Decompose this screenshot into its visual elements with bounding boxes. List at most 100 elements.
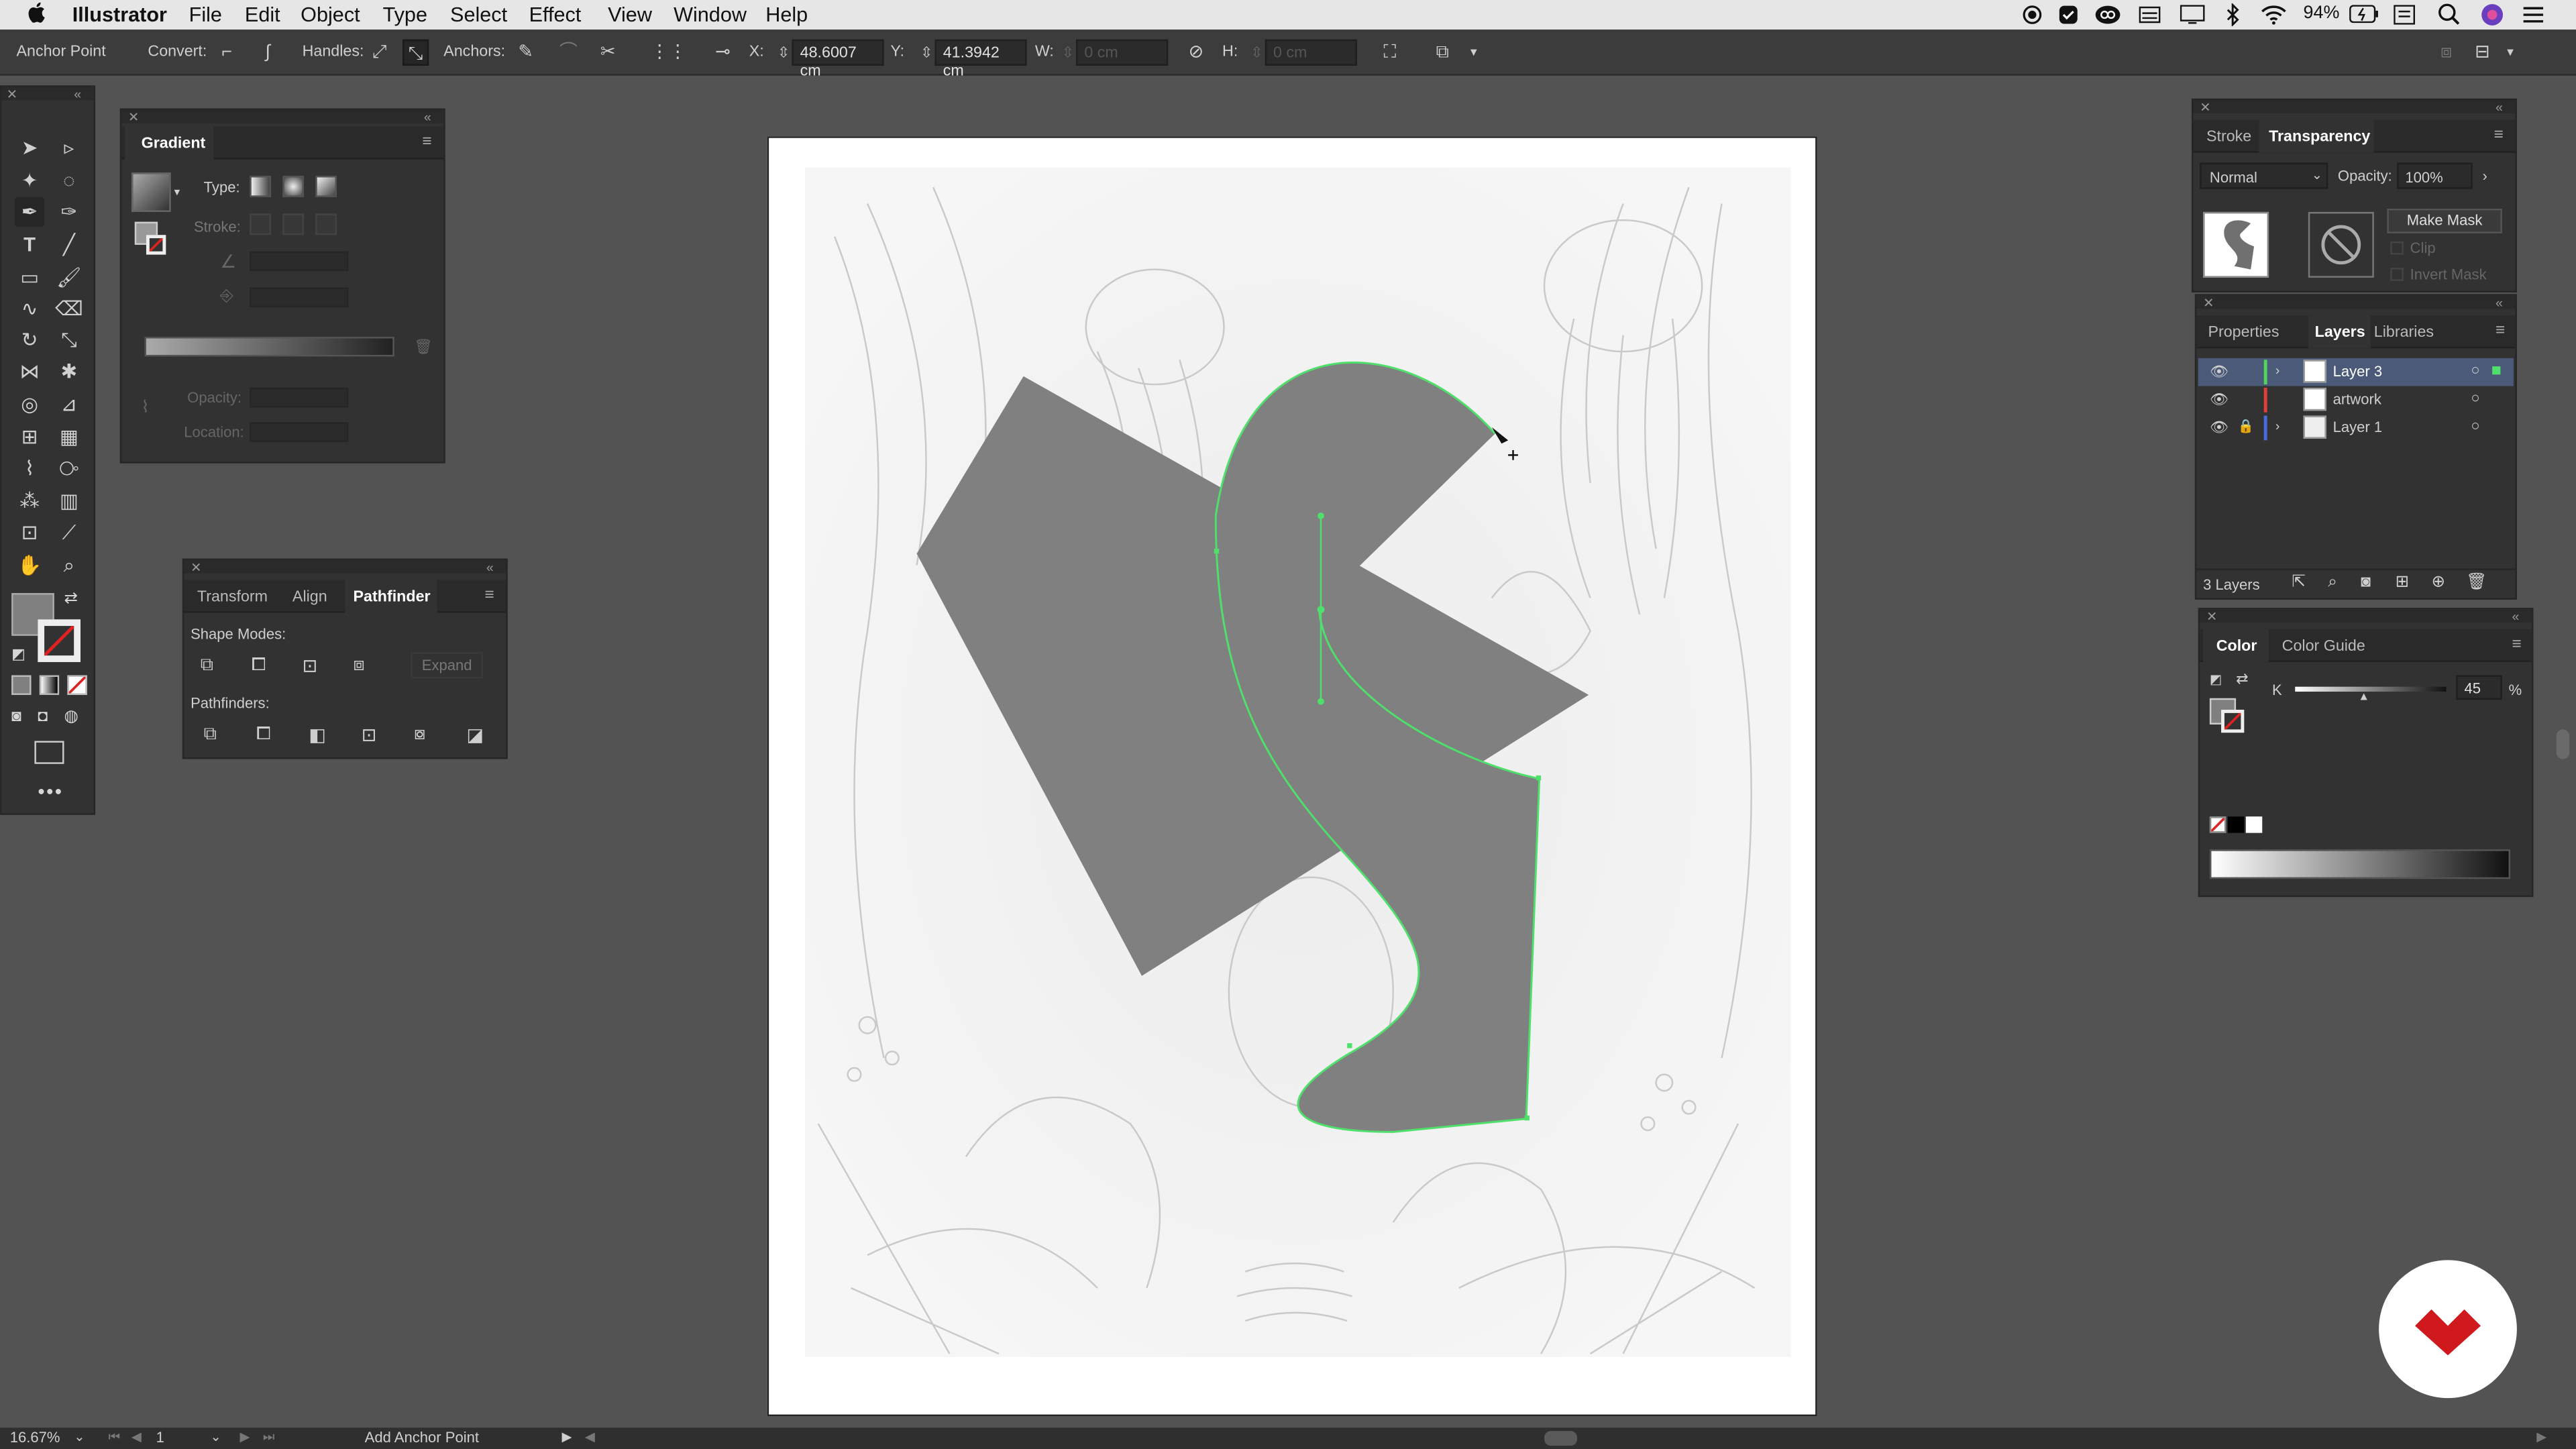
visibility-eye-icon[interactable]: 👁 [2210, 363, 2229, 381]
wifi-icon[interactable] [2261, 3, 2287, 25]
anchor-point-lower[interactable] [1347, 1043, 1352, 1049]
perspective-grid-tool-icon[interactable]: ⊿ [54, 389, 84, 419]
keyboard-status-icon[interactable] [2139, 5, 2161, 24]
angle-field[interactable] [250, 251, 349, 272]
tab-color-guide[interactable]: Color Guide [2282, 637, 2365, 655]
none-color-swatch[interactable] [2209, 816, 2226, 833]
handle-point-top[interactable] [1318, 513, 1324, 519]
siri-icon[interactable] [2481, 3, 2504, 26]
gradient-stroke-swatch[interactable] [146, 235, 166, 255]
first-artboard-icon[interactable]: ⏮ [109, 1430, 121, 1446]
gradient-mode-icon[interactable] [39, 675, 60, 695]
default-colors-icon[interactable]: ◩ [2210, 672, 2222, 687]
hand-tool-icon[interactable]: ✋ [15, 550, 44, 580]
exclude-icon[interactable]: ⧈ [354, 655, 365, 677]
remove-anchor-icon[interactable]: ✎ [513, 40, 539, 66]
align-anchors-icon[interactable]: ⋮⋮ [651, 40, 687, 66]
puppet-warp-tool-icon[interactable]: ✱ [54, 356, 84, 386]
tab-libraries[interactable]: Libraries [2374, 323, 2434, 341]
location-field[interactable] [250, 422, 349, 442]
creative-cloud-icon[interactable] [2094, 5, 2121, 24]
anchor-point-bottom-right[interactable] [1524, 1115, 1530, 1121]
blend-mode-dropdown-icon[interactable]: ⌄ [2312, 168, 2322, 182]
selection-tool-icon[interactable]: ➤ [15, 133, 44, 162]
collapse-transparency-panel-icon[interactable]: « [2496, 100, 2503, 115]
white-color-swatch[interactable] [2245, 816, 2263, 833]
freeform-gradient-icon[interactable] [315, 176, 337, 197]
opacity-slider-arrow-icon[interactable]: › [2482, 168, 2487, 184]
draw-normal-icon[interactable]: ◙ [11, 708, 21, 727]
close-gradient-panel-icon[interactable]: ✕ [128, 110, 139, 125]
vertical-scrollbar-thumb[interactable] [2556, 729, 2570, 759]
status-menu-arrow-icon[interactable]: ▶ [562, 1430, 572, 1444]
anchor-point-mid[interactable] [1317, 606, 1325, 613]
workspace-switcher-icon[interactable]: ⊟ [2469, 40, 2496, 66]
stroke-within-icon[interactable] [250, 213, 272, 235]
close-pathfinder-panel-icon[interactable]: ✕ [191, 560, 201, 575]
aspect-ratio-field[interactable] [250, 287, 349, 307]
y-field[interactable]: 41.3942 cm [934, 39, 1027, 80]
h-field[interactable]: 0 cm [1265, 39, 1357, 66]
visibility-eye-icon[interactable]: 👁 [2210, 419, 2229, 437]
radial-gradient-icon[interactable] [282, 176, 305, 197]
collapse-gradient-panel-icon[interactable]: « [424, 110, 431, 125]
opacity-field[interactable]: 100% [2397, 162, 2473, 189]
artboard-dropdown-icon[interactable]: ⌄ [210, 1430, 221, 1444]
tab-layers[interactable]: Layers [2315, 323, 2365, 341]
connect-anchors-icon[interactable]: ⌒ [555, 40, 582, 66]
divide-icon[interactable]: ⧉ [204, 724, 217, 746]
invert-mask-checkbox[interactable] [2390, 268, 2404, 281]
merge-icon[interactable]: ◧ [309, 724, 325, 745]
stroke-swatch[interactable] [38, 619, 81, 662]
rectangle-tool-icon[interactable]: ▭ [15, 263, 44, 292]
layer-row[interactable]: 👁 artwork ○ [2198, 386, 2514, 415]
column-graph-tool-icon[interactable]: ▥ [54, 486, 84, 516]
artboard[interactable] [767, 136, 1817, 1417]
default-fill-stroke-icon[interactable]: ◩ [11, 645, 25, 663]
stroke-along-icon[interactable] [282, 213, 305, 235]
color-mode-icon[interactable] [11, 675, 32, 695]
k-value-field[interactable]: 45 [2456, 675, 2502, 700]
shaper-tool-icon[interactable]: ∿ [15, 294, 44, 323]
last-artboard-icon[interactable]: ⏭ [263, 1430, 275, 1446]
width-tool-icon[interactable]: ⋈ [15, 356, 44, 386]
tab-align[interactable]: Align [292, 588, 327, 606]
export-for-screens-icon[interactable]: ⇱ [2292, 574, 2306, 592]
show-handles-icon[interactable]: ⤢ [366, 40, 392, 66]
make-clipping-mask-icon[interactable]: ◙ [2361, 574, 2371, 592]
pathfinder-panel-menu-icon[interactable]: ≡ [484, 586, 494, 604]
hide-handles-icon[interactable]: ⤡ [402, 39, 429, 66]
symbol-sprayer-tool-icon[interactable]: ⁂ [15, 486, 44, 516]
zoom-tool-icon[interactable]: ⌕ [54, 550, 84, 580]
k-slider[interactable] [2295, 686, 2447, 692]
tab-stroke[interactable]: Stroke [2206, 128, 2251, 146]
artboard-number[interactable]: 1 [156, 1430, 164, 1446]
menu-help[interactable]: Help [765, 3, 808, 26]
slice-tool-icon[interactable]: ⟋ [54, 517, 84, 547]
pen-tool-icon[interactable]: ✒ [15, 197, 45, 227]
menu-window[interactable]: Window [674, 3, 747, 26]
expand-layer-icon[interactable]: › [2275, 419, 2280, 433]
magic-wand-tool-icon[interactable]: ✦ [15, 166, 44, 195]
record-status-icon[interactable] [2023, 5, 2042, 24]
isolate-dropdown-icon[interactable]: ▾ [1460, 40, 1487, 66]
opacity-field[interactable] [250, 387, 349, 408]
tab-transform[interactable]: Transform [197, 588, 268, 606]
target-circle-icon[interactable]: ○ [2471, 417, 2479, 433]
intersect-icon[interactable]: ⊡ [303, 655, 318, 677]
layer-name[interactable]: Layer 3 [2333, 363, 2383, 379]
create-new-layer-icon[interactable]: ⊕ [2432, 574, 2446, 592]
close-color-panel-icon[interactable]: ✕ [2206, 610, 2217, 625]
transform-icon[interactable]: ⛶ [1377, 40, 1403, 66]
gradient-tool-icon[interactable]: ▦ [54, 422, 84, 451]
collapse-layers-panel-icon[interactable]: « [2496, 296, 2503, 311]
draw-inside-icon[interactable]: ◍ [64, 708, 78, 727]
gradient-eyedropper-icon[interactable]: ⌇ [142, 399, 150, 417]
layers-panel-menu-icon[interactable]: ≡ [2496, 322, 2505, 340]
color-stroke-swatch[interactable] [2221, 709, 2245, 733]
swap-colors-icon[interactable]: ⇄ [2236, 670, 2248, 688]
handle-point-bottom[interactable] [1318, 698, 1324, 705]
eraser-tool-icon[interactable]: ⌫ [54, 294, 84, 323]
lock-icon[interactable]: 🔒 [2238, 419, 2254, 433]
menu-effect[interactable]: Effect [529, 3, 582, 26]
